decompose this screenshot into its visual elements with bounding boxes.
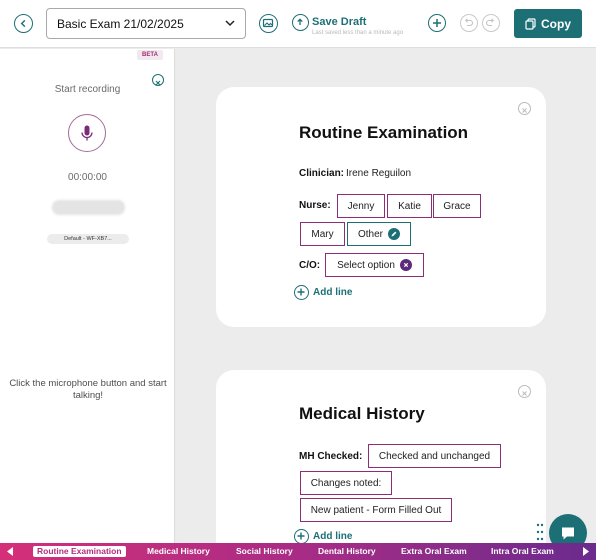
nurse-option-jenny[interactable]: Jenny bbox=[337, 194, 385, 218]
close-icon bbox=[522, 391, 527, 396]
section-title: Routine Examination bbox=[299, 123, 469, 142]
add-line-label: Add line bbox=[313, 287, 353, 298]
undo-button[interactable] bbox=[460, 14, 478, 32]
tab-medical-history[interactable]: Medical History bbox=[147, 546, 210, 557]
chat-icon bbox=[562, 527, 574, 540]
mh-checked-label: MH Checked: bbox=[299, 451, 363, 462]
add-line-button[interactable]: Add line bbox=[294, 285, 352, 300]
undo-icon bbox=[465, 18, 474, 27]
remove-section-button[interactable] bbox=[518, 102, 531, 115]
remove-section-button[interactable] bbox=[518, 385, 531, 398]
cloud-upload-icon bbox=[292, 14, 309, 31]
start-recording-label: Start recording bbox=[54, 84, 121, 95]
nurse-option-grace[interactable]: Grace bbox=[433, 194, 481, 218]
plus-icon bbox=[433, 19, 441, 27]
close-icon bbox=[399, 259, 412, 271]
recording-panel: BETA Start recording 00:00:00 Default - … bbox=[0, 49, 175, 543]
plus-icon bbox=[294, 529, 309, 544]
nurse-option-other[interactable]: Other bbox=[347, 222, 411, 246]
save-status-text: Last saved less than a minute ago bbox=[312, 30, 404, 36]
section-tabs: Routine Examination Medical History Soci… bbox=[0, 543, 596, 560]
tab-extra-oral-exam[interactable]: Extra Oral Exam bbox=[401, 546, 467, 557]
add-button[interactable] bbox=[428, 14, 446, 32]
microphone-icon bbox=[81, 125, 93, 141]
recording-hint: Click the microphone button and start ta… bbox=[9, 378, 167, 401]
routine-examination-card: Routine Examination Clinician: Irene Reg… bbox=[216, 87, 546, 327]
chip-label: Katie bbox=[398, 200, 421, 212]
save-draft-label: Save Draft bbox=[312, 16, 367, 28]
nurse-option-katie[interactable]: Katie bbox=[387, 194, 432, 218]
exam-select-value: Basic Exam 21/02/2025 bbox=[57, 17, 184, 31]
chip-label: Changes noted: bbox=[310, 477, 382, 489]
device-label: Default - WF-XB7... bbox=[64, 236, 112, 242]
medical-history-card: Medical History MH Checked: Checked and … bbox=[216, 370, 546, 560]
copy-icon bbox=[525, 17, 536, 30]
drag-handle-icon[interactable] bbox=[536, 522, 544, 542]
close-icon bbox=[522, 108, 527, 113]
mh-option-checked-unchanged[interactable]: Checked and unchanged bbox=[368, 444, 501, 468]
add-line-label: Add line bbox=[313, 531, 353, 542]
top-toolbar: Basic Exam 21/02/2025 Save Draft Last sa… bbox=[0, 0, 596, 48]
chip-label: Mary bbox=[311, 228, 334, 240]
recording-timer: 00:00:00 bbox=[68, 172, 107, 183]
tabs-scroll-left-icon[interactable] bbox=[6, 546, 14, 557]
tab-dental-history[interactable]: Dental History bbox=[318, 546, 376, 557]
add-line-button[interactable]: Add line bbox=[294, 529, 352, 544]
back-icon bbox=[20, 19, 26, 28]
chip-label: Checked and unchanged bbox=[378, 450, 491, 462]
chip-label: New patient - Form Filled Out bbox=[310, 504, 442, 516]
nurse-label: Nurse: bbox=[299, 200, 331, 211]
clinician-value: Irene Reguilon bbox=[346, 168, 412, 179]
audio-device-select[interactable]: Default - WF-XB7... bbox=[47, 234, 129, 244]
back-button[interactable] bbox=[14, 14, 33, 33]
redo-button[interactable] bbox=[482, 14, 500, 32]
tab-social-history[interactable]: Social History bbox=[236, 546, 293, 557]
pencil-icon bbox=[388, 228, 400, 240]
nurse-option-mary[interactable]: Mary bbox=[300, 222, 345, 246]
section-title: Medical History bbox=[299, 404, 425, 423]
audio-level-indicator bbox=[52, 200, 125, 215]
microphone-button[interactable] bbox=[68, 114, 106, 152]
co-select-value: Select option bbox=[337, 259, 395, 271]
exam-select[interactable]: Basic Exam 21/02/2025 bbox=[46, 8, 246, 39]
mh-option-new-patient[interactable]: New patient - Form Filled Out bbox=[300, 498, 452, 522]
chip-label: Jenny bbox=[347, 200, 375, 212]
copy-button[interactable]: Copy bbox=[514, 9, 582, 38]
plus-icon bbox=[294, 285, 309, 300]
chip-label: Grace bbox=[443, 200, 471, 212]
beta-badge: BETA bbox=[137, 50, 163, 60]
tab-routine-examination[interactable]: Routine Examination bbox=[33, 546, 126, 557]
chip-label: Other bbox=[357, 228, 383, 240]
copy-label: Copy bbox=[541, 16, 571, 31]
image-button[interactable] bbox=[259, 14, 278, 33]
mh-option-changes-noted[interactable]: Changes noted: bbox=[300, 471, 392, 495]
redo-icon bbox=[485, 18, 494, 27]
image-icon bbox=[262, 18, 274, 28]
co-select[interactable]: Select option bbox=[325, 253, 424, 277]
clinician-label: Clinician: bbox=[299, 168, 345, 179]
chevron-down-icon bbox=[225, 20, 235, 27]
tab-intra-oral-exam[interactable]: Intra Oral Exam bbox=[491, 546, 554, 557]
tabs-scroll-right-icon[interactable] bbox=[582, 546, 590, 557]
co-label: C/O: bbox=[299, 260, 321, 271]
